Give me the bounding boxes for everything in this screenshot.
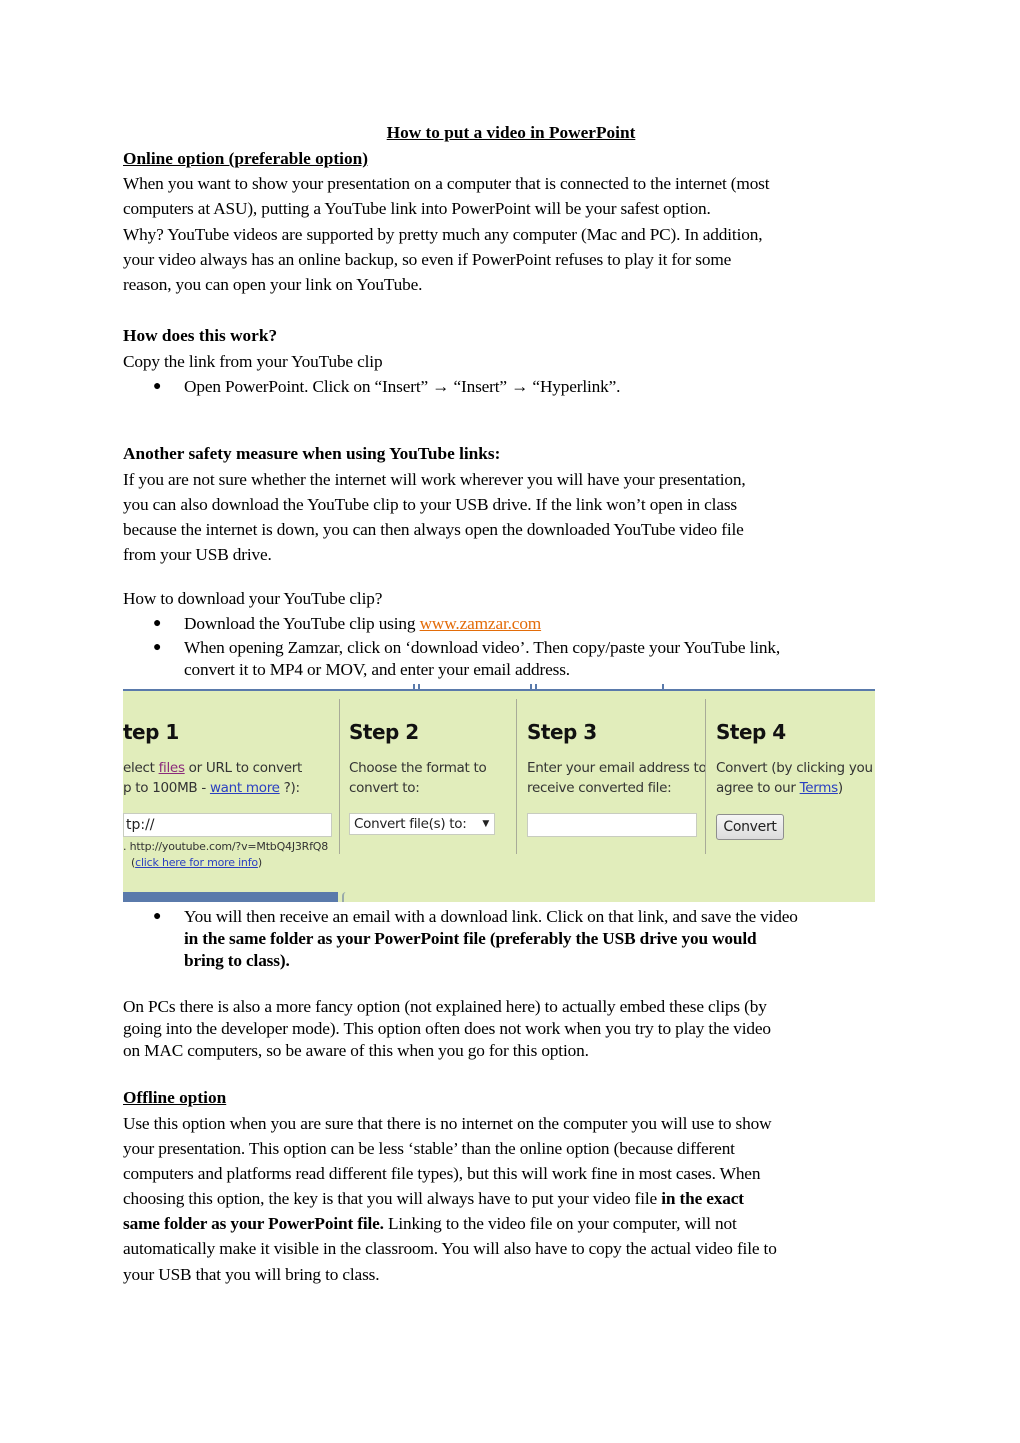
document-title: How to put a video in PowerPoint (386, 123, 636, 142)
list-item-text: When opening Zamzar, click on ‘download … (184, 638, 781, 657)
offline-bold-text: in the exact (661, 1189, 744, 1208)
offline-paragraph-line: your presentation. This option can be le… (123, 1139, 735, 1158)
list-item-bold-text: bring to class). (184, 951, 290, 970)
offline-paragraph-line: automatically make it visible in the cla… (123, 1239, 777, 1258)
list-item-bold-text: in the same folder as your PowerPoint fi… (184, 929, 757, 948)
dropdown-arrow-icon: ▼ (482, 819, 489, 829)
step-1-text: elect (123, 760, 159, 776)
download-question: How to download your YouTube clip? (123, 589, 383, 608)
online-paragraph-line: your video always has an online backup, … (123, 250, 732, 269)
step-divider (516, 699, 517, 854)
bullet-icon: ● (153, 640, 162, 655)
email-input[interactable] (527, 813, 697, 837)
zamzar-link[interactable]: www.zamzar.com (420, 614, 542, 633)
step-3-description: Enter your email address to receive conv… (527, 758, 707, 798)
zamzar-step-3: Step 3 Enter your email address to recei… (527, 684, 707, 902)
more-info-hint: (click here for more info) (131, 856, 262, 869)
step-4-text: Convert (by clicking you (716, 760, 873, 776)
zamzar-screenshot: tep 1 elect files or URL to convert p to… (123, 684, 875, 902)
step-4-text: ) (837, 780, 843, 796)
step-3-title: Step 3 (527, 720, 597, 744)
bullet-icon: ● (153, 616, 162, 631)
list-item-text: Download the YouTube clip using www.zamz… (184, 614, 541, 634)
step-2-description: Choose the format to convert to: (349, 758, 487, 798)
step-divider (339, 699, 340, 854)
online-option-heading: Online option (preferable option) (123, 149, 368, 168)
zamzar-step-4: Step 4 Convert (by clicking you agree to… (716, 684, 875, 902)
more-info-link[interactable]: click here for more info (135, 856, 258, 869)
list-item-text: Open PowerPoint. Click on “Insert” → “In… (184, 377, 621, 396)
embed-paragraph-line: going into the developer mode). This opt… (123, 1019, 771, 1038)
safety-paragraph-line: you can also download the YouTube clip t… (123, 495, 738, 514)
step-3-text: receive converted file: (527, 780, 672, 796)
offline-paragraph-line: computers and platforms read different f… (123, 1164, 761, 1183)
safety-measure-heading: Another safety measure when using YouTub… (123, 444, 501, 463)
step-4-title: Step 4 (716, 720, 786, 744)
bullet-icon: ● (153, 379, 162, 394)
url-input[interactable]: tp:// (123, 813, 332, 837)
zamzar-bottom-bar (123, 892, 338, 902)
files-link[interactable]: files (159, 760, 185, 776)
step-4-description: Convert (by clicking you agree to our Te… (716, 758, 873, 798)
terms-link[interactable]: Terms (800, 780, 839, 796)
zamzar-step-2: Step 2 Choose the format to convert to: … (349, 684, 519, 902)
zamzar-step-1: tep 1 elect files or URL to convert p to… (123, 684, 338, 902)
online-paragraph-line: When you want to show your presentation … (123, 174, 770, 193)
format-select[interactable]: Convert file(s) to: ▼ (349, 813, 495, 835)
list-item-text: convert it to MP4 or MOV, and enter your… (184, 660, 570, 679)
safety-paragraph-line: because the internet is down, you can th… (123, 520, 744, 539)
step-2-text: convert to: (349, 780, 420, 796)
step-divider (705, 699, 706, 854)
list-item-text: You will then receive an email with a do… (184, 907, 798, 926)
offline-text: choosing this option, the key is that yo… (123, 1189, 662, 1208)
embed-paragraph-line: on MAC computers, so be aware of this wh… (123, 1041, 589, 1060)
step-1-description: elect files or URL to convert p to 100MB… (123, 758, 302, 798)
offline-bold-text: same folder as your PowerPoint file. (123, 1214, 384, 1233)
bullet-text: Download the YouTube clip using (184, 614, 420, 633)
step-2-title: Step 2 (349, 720, 419, 744)
step-1-text: p to 100MB - (123, 780, 210, 796)
offline-paragraph-line: your USB that you will bring to class. (123, 1265, 380, 1284)
embed-paragraph-line: On PCs there is also a more fancy option… (123, 997, 767, 1016)
offline-text: Linking to the video file on your comput… (383, 1214, 737, 1233)
online-paragraph-line: reason, you can open your link on YouTub… (123, 275, 423, 294)
step-1-text: ?): (279, 780, 300, 796)
how-intro: Copy the link from your YouTube clip (123, 352, 383, 371)
step-3-text: Enter your email address to (527, 760, 707, 776)
offline-option-heading: Offline option (123, 1088, 227, 1107)
url-example-hint: . http://youtube.com/?v=MtbQ4J3RfQ8 (123, 840, 329, 853)
how-does-this-work-heading: How does this work? (123, 326, 278, 345)
safety-paragraph-line: from your USB drive. (123, 545, 272, 564)
want-more-link[interactable]: want more (210, 780, 280, 796)
online-paragraph-line: computers at ASU), putting a YouTube lin… (123, 199, 711, 218)
step-4-text: agree to our (716, 780, 800, 796)
zamzar-bottom-edge (342, 892, 347, 902)
step-1-title: tep 1 (123, 720, 179, 744)
offline-paragraph-line: same folder as your PowerPoint file. Lin… (123, 1214, 737, 1234)
offline-paragraph-line: choosing this option, the key is that yo… (123, 1189, 744, 1209)
hint-text: ) (257, 856, 262, 869)
safety-paragraph-line: If you are not sure whether the internet… (123, 470, 746, 489)
offline-paragraph-line: Use this option when you are sure that t… (123, 1114, 772, 1133)
step-2-text: Choose the format to (349, 760, 487, 776)
online-paragraph-line: Why? YouTube videos are supported by pre… (123, 225, 763, 244)
format-select-value: Convert file(s) to: (354, 816, 467, 832)
convert-button[interactable]: Convert (716, 814, 784, 840)
step-1-text: or URL to convert (184, 760, 303, 776)
bullet-icon: ● (153, 909, 162, 924)
